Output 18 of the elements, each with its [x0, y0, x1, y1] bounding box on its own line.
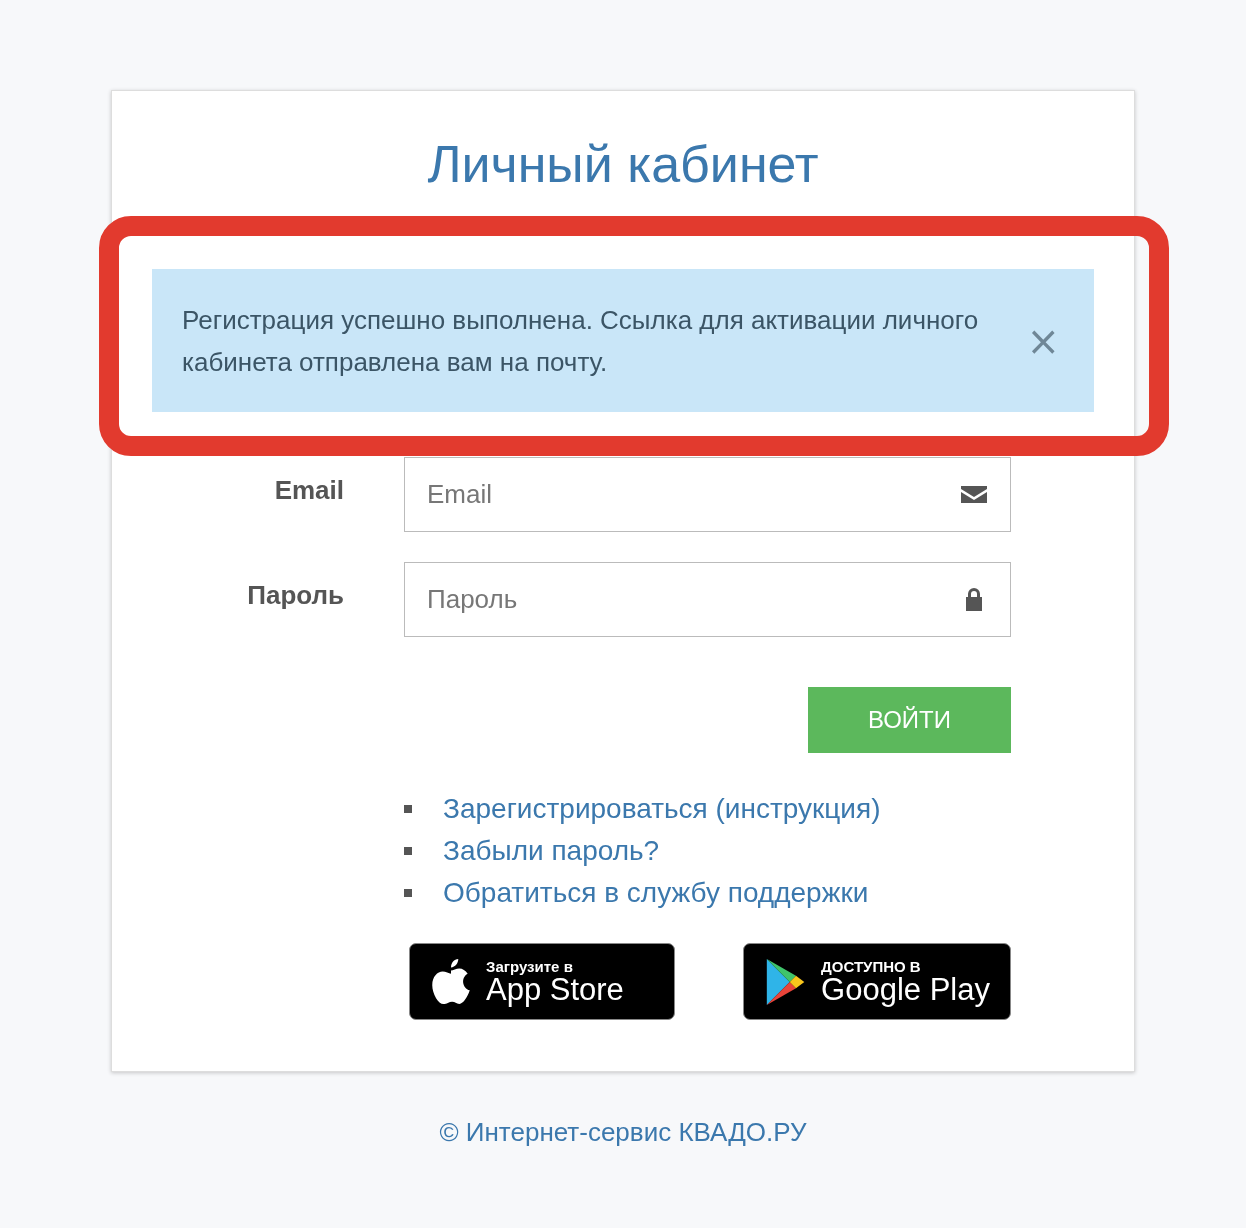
email-field[interactable]: Email — [404, 457, 1011, 532]
footer-text: © Интернет-сервис КВАДО.РУ — [439, 1117, 807, 1148]
login-button[interactable]: ВОЙТИ — [808, 687, 1011, 753]
password-field[interactable]: Пароль — [404, 562, 1011, 637]
link[interactable]: Зарегистрироваться (инструкция) — [443, 793, 881, 825]
bullet-icon — [404, 889, 412, 897]
link[interactable]: Забыли пароль? — [443, 835, 660, 867]
page-title: Личный кабинет — [426, 134, 820, 195]
bullet-icon — [404, 847, 412, 855]
close-button[interactable]: × — [1020, 317, 1066, 364]
field-label: Пароль — [246, 579, 344, 612]
link[interactable]: Обратиться в службу поддержки — [443, 877, 869, 909]
store-badge[interactable]: Загрузите в App Store — [409, 943, 675, 1020]
field-label: Email — [273, 474, 344, 507]
bullet-icon — [404, 805, 412, 813]
alert-message: Регистрация успешно выполнена. Ссылка для активации личного кабинета отправлена вам на почту. — [182, 303, 980, 379]
apple-logo-icon — [430, 956, 472, 1007]
store-badge[interactable]: ДОСТУПНО В Google Play — [743, 943, 1011, 1020]
